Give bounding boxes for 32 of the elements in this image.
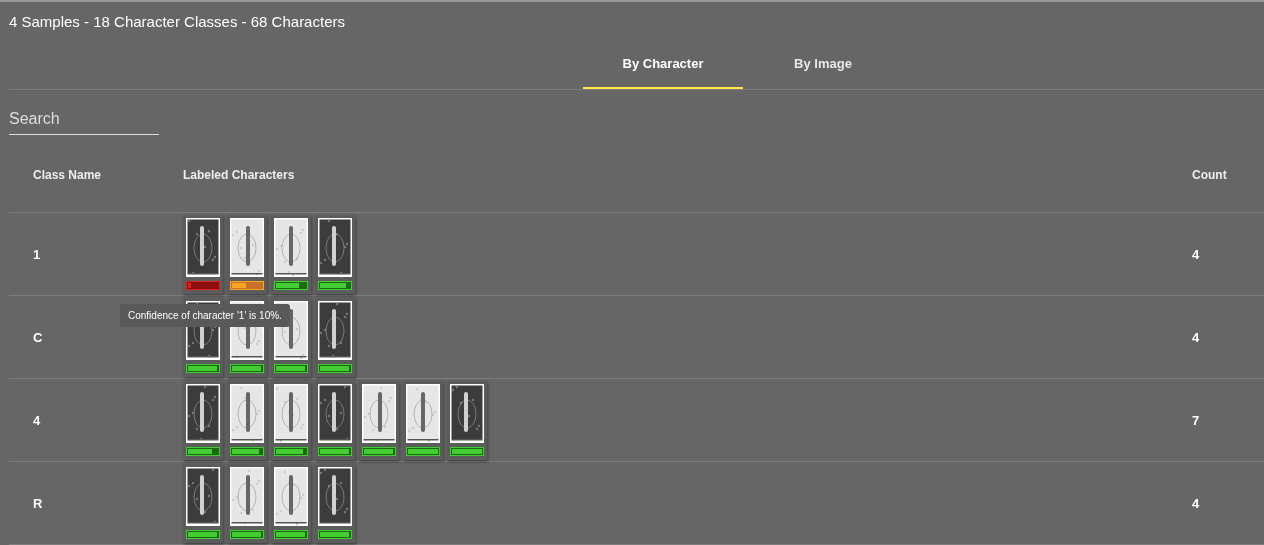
class-name: 1 <box>32 246 42 262</box>
column-header: Labeled Characters <box>182 167 296 182</box>
character-card[interactable] <box>183 214 223 294</box>
class-name: C <box>32 329 44 345</box>
count: 4 <box>1192 246 1201 262</box>
character-card[interactable] <box>271 380 311 460</box>
column-header: Class Name <box>32 167 103 182</box>
count: 4 <box>1192 329 1201 345</box>
class-name: 4 <box>32 412 42 428</box>
character-card[interactable] <box>271 214 311 294</box>
column-header: Count <box>1192 167 1228 182</box>
character-card[interactable] <box>315 297 355 377</box>
character-card[interactable] <box>315 214 355 294</box>
tooltip: Confidence of character '1' is 10%. <box>120 304 290 327</box>
class-name: R <box>32 495 44 511</box>
character-card[interactable] <box>359 380 399 460</box>
character-card[interactable] <box>183 463 223 543</box>
character-card[interactable] <box>315 463 355 543</box>
tab[interactable]: By Character <box>583 39 743 89</box>
count: 4 <box>1192 495 1201 511</box>
character-card[interactable] <box>403 380 443 460</box>
tab[interactable]: By Image <box>743 39 903 89</box>
character-card[interactable] <box>227 463 267 543</box>
character-card[interactable] <box>183 380 223 460</box>
character-card[interactable] <box>227 380 267 460</box>
character-card[interactable] <box>447 380 487 460</box>
character-card[interactable] <box>315 380 355 460</box>
character-card[interactable] <box>227 214 267 294</box>
summary-title: 4 Samples - 18 Character Classes - 68 Characters <box>8 12 346 32</box>
search-field[interactable]: Search <box>9 108 159 135</box>
count: 7 <box>1192 412 1201 428</box>
character-card[interactable] <box>271 463 311 543</box>
